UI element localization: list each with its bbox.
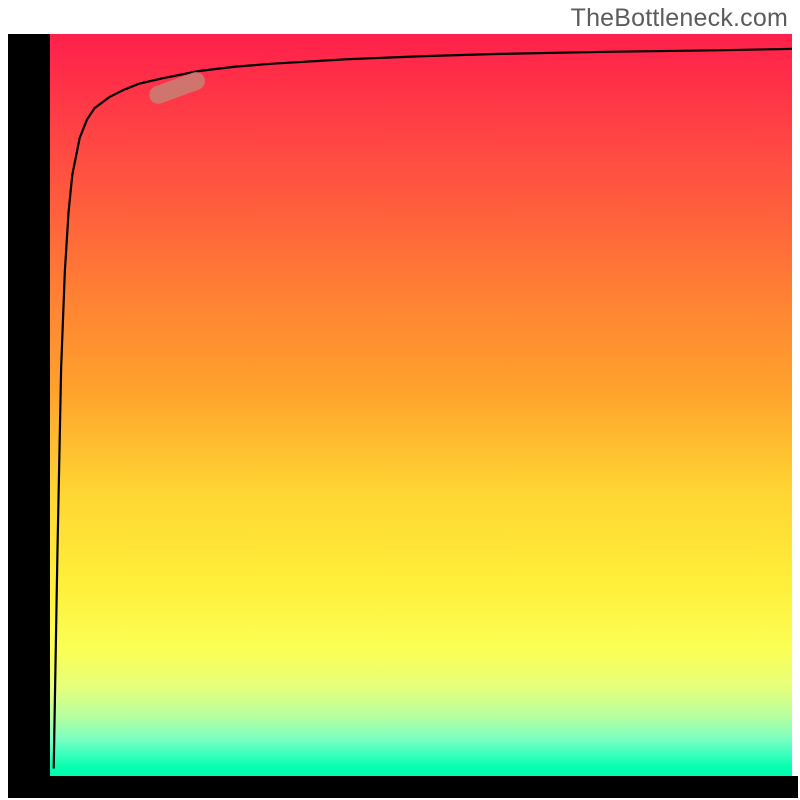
y-axis [8, 34, 50, 792]
chart-stage: TheBottleneck.com [0, 0, 800, 800]
watermark-text: TheBottleneck.com [571, 4, 788, 33]
gradient-plot-area [50, 34, 792, 776]
x-axis [8, 776, 798, 798]
